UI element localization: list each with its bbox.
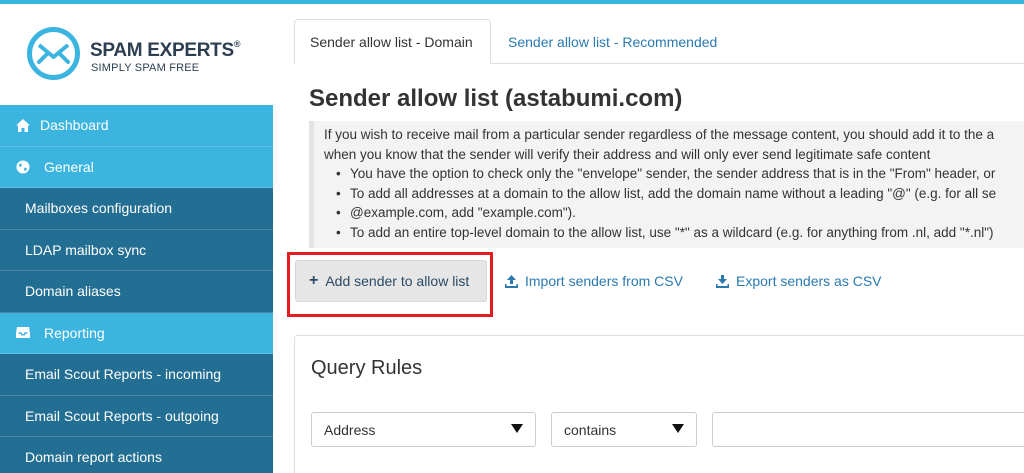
add-sender-label: Add sender to allow list: [325, 273, 470, 289]
info-text: If you wish to receive mail from a parti…: [324, 127, 995, 142]
info-list: You have the option to check only the "e…: [324, 164, 1024, 242]
brand-name: SPAM EXPERTS®: [90, 38, 241, 61]
sidebar-item-label: General: [44, 158, 94, 175]
brand-logo[interactable]: SPAM EXPERTS® SIMPLY SPAM FREE: [0, 4, 273, 104]
sidebar-item-label: Email Scout Reports - incoming: [25, 366, 222, 383]
sidebar-item-general[interactable]: General: [0, 146, 273, 188]
inbox-icon: [16, 326, 30, 340]
import-senders-button[interactable]: Import senders from CSV: [505, 260, 683, 302]
sidebar-item-label: Email Scout Reports - outgoing: [25, 407, 219, 424]
operator-select[interactable]: contains: [551, 412, 697, 447]
tab-sender-allow-list-domain[interactable]: Sender allow list - Domain: [294, 19, 491, 64]
home-icon: [16, 118, 30, 132]
field-select[interactable]: Address: [311, 412, 536, 447]
query-rules-title: Query Rules: [311, 357, 423, 379]
sidebar-item-label: LDAP mailbox sync: [25, 241, 147, 258]
export-senders-button[interactable]: Export senders as CSV: [716, 260, 882, 302]
page-title: Sender allow list (astabumi.com): [309, 85, 683, 112]
caret-down-icon: [672, 424, 684, 433]
info-bullet: To add an entire top-level domain to the…: [324, 223, 1024, 243]
main-content: Sender allow list - Domain Sender allow …: [287, 4, 1024, 473]
sidebar-item-mailboxes-configuration[interactable]: Mailboxes configuration: [0, 188, 273, 230]
sidebar-item-label: Dashboard: [40, 117, 109, 134]
action-bar: + Add sender to allow list Import sender…: [287, 252, 1024, 318]
upload-icon: [505, 274, 518, 288]
add-sender-button[interactable]: + Add sender to allow list: [295, 260, 487, 302]
caret-down-icon: [511, 424, 523, 433]
globe-icon: [16, 160, 30, 174]
sidebar: SPAM EXPERTS® SIMPLY SPAM FREE Dashboard…: [0, 4, 273, 473]
sidebar-item-ldap-mailbox-sync[interactable]: LDAP mailbox sync: [0, 229, 273, 271]
info-bullet-continuation: @example.com, add "example.com").: [324, 203, 1024, 223]
info-text: when you know that the sender will verif…: [324, 146, 931, 162]
plus-icon: +: [309, 272, 319, 289]
operator-select-value: contains: [564, 421, 617, 438]
sidebar-item-domain-aliases[interactable]: Domain aliases: [0, 271, 273, 313]
sidebar-item-domain-report-actions[interactable]: Domain report actions: [0, 437, 273, 473]
export-senders-label: Export senders as CSV: [736, 273, 882, 289]
import-senders-label: Import senders from CSV: [525, 273, 683, 289]
envelope-logo-icon: [27, 27, 80, 80]
info-box: If you wish to receive mail from a parti…: [309, 121, 1024, 248]
tab-bar: Sender allow list - Domain Sender allow …: [294, 19, 1024, 64]
query-value-input[interactable]: [712, 412, 1024, 447]
query-rules-panel: Query Rules Address contains: [294, 335, 1024, 473]
info-bullet: You have the option to check only the "e…: [324, 164, 1024, 184]
field-select-value: Address: [324, 421, 376, 438]
sidebar-item-label: Domain report actions: [25, 449, 162, 466]
sidebar-item-email-scout-outgoing[interactable]: Email Scout Reports - outgoing: [0, 395, 273, 437]
sidebar-nav: Dashboard General Mailboxes configuratio…: [0, 105, 273, 473]
sidebar-item-email-scout-incoming[interactable]: Email Scout Reports - incoming: [0, 354, 273, 396]
download-icon: [716, 274, 729, 288]
sidebar-item-dashboard[interactable]: Dashboard: [0, 105, 273, 147]
sidebar-item-label: Domain aliases: [25, 283, 121, 300]
info-bullet: To add all addresses at a domain to the …: [324, 184, 1024, 204]
brand-tagline: SIMPLY SPAM FREE: [91, 62, 200, 74]
tab-sender-allow-list-recommended[interactable]: Sender allow list - Recommended: [493, 19, 732, 64]
sidebar-item-reporting[interactable]: Reporting: [0, 312, 273, 354]
sidebar-item-label: Mailboxes configuration: [25, 200, 173, 217]
sidebar-item-label: Reporting: [44, 324, 105, 341]
